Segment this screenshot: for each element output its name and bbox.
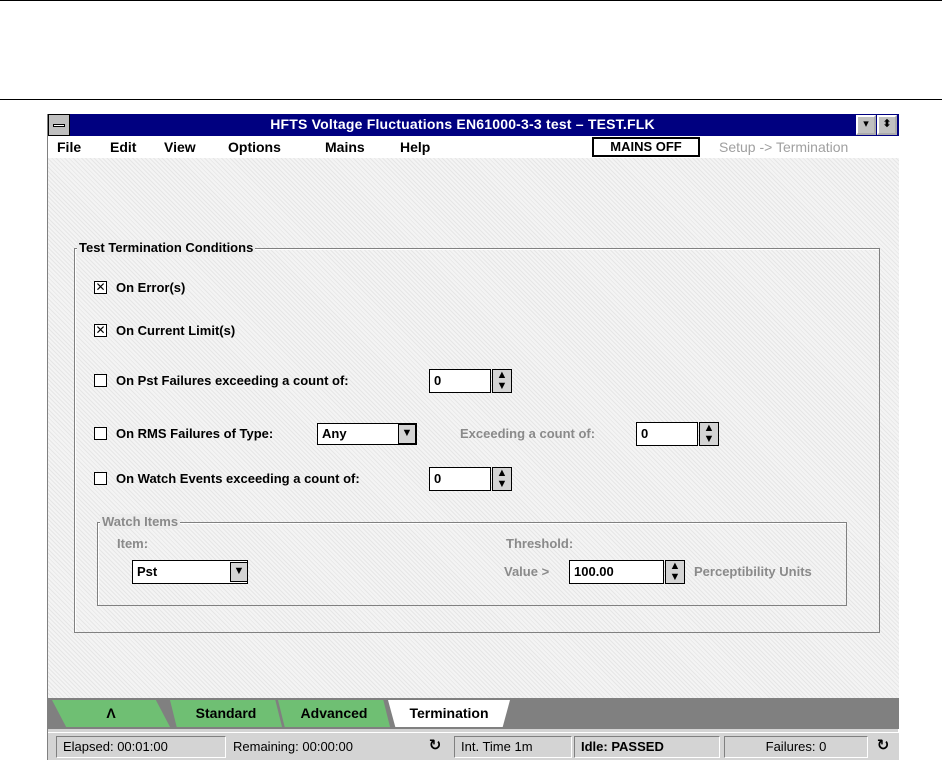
- rms-count-stepper[interactable]: ▲ ▼: [699, 422, 719, 446]
- spin-down-icon: ▼: [496, 478, 508, 490]
- refresh-icon[interactable]: ↻: [874, 737, 892, 755]
- watch-items-group-title: Watch Items: [100, 514, 181, 529]
- failures-status: Failures: 0: [724, 736, 868, 758]
- menu-options-label: Options: [228, 139, 281, 155]
- tab-strip: Λ Standard Advanced Termination: [48, 698, 899, 729]
- units-label: Perceptibility Units: [694, 564, 812, 579]
- value-greater-label: Value >: [504, 564, 550, 579]
- on-watch-row: On Watch Events exceeding a count of:: [94, 470, 429, 488]
- rms-count-input[interactable]: 0: [636, 422, 698, 446]
- menu-mains[interactable]: Mains: [325, 139, 365, 155]
- on-watch-checkbox[interactable]: [94, 472, 107, 485]
- threshold-value-input[interactable]: 100.00: [569, 560, 664, 584]
- tab-standard-label: Standard: [195, 705, 257, 721]
- window-title: HFTS Voltage Fluctuations EN61000-3-3 te…: [270, 116, 655, 132]
- menu-bar: File Edit View Options Mains Help MAINS …: [48, 136, 899, 158]
- on-error-label: On Error(s): [116, 280, 186, 295]
- minimize-icon: ▾: [863, 118, 869, 130]
- chevron-down-icon: ▼: [233, 565, 245, 577]
- threshold-label: Threshold:: [506, 536, 574, 551]
- item-label: Item:: [117, 536, 149, 551]
- menu-edit[interactable]: Edit: [110, 139, 136, 155]
- top-rule: [0, 0, 942, 1]
- on-watch-label: On Watch Events exceeding a count of:: [116, 471, 360, 486]
- mains-status-indicator: MAINS OFF: [592, 137, 700, 157]
- main-content: Test Termination Conditions ✕ On Error(s…: [48, 158, 899, 698]
- menu-view[interactable]: View: [164, 139, 196, 155]
- status-bar: Elapsed: 00:01:00 Remaining: 00:00:00 ↻ …: [48, 732, 899, 760]
- tab-overview[interactable]: Λ: [52, 700, 170, 727]
- exceeding-count-label: Exceeding a count of:: [460, 426, 596, 441]
- on-rms-label: On RMS Failures of Type:: [116, 426, 274, 441]
- spin-down-icon: ▼: [703, 433, 715, 445]
- int-time-status: Int. Time 1m: [454, 736, 572, 758]
- menu-options[interactable]: Options: [228, 139, 281, 155]
- tab-termination[interactable]: Termination: [388, 700, 510, 727]
- system-menu-icon: [53, 124, 65, 127]
- minimize-button[interactable]: ▾: [856, 115, 876, 135]
- threshold-stepper[interactable]: ▲ ▼: [665, 560, 685, 584]
- watch-count-stepper[interactable]: ▲ ▼: [492, 467, 512, 491]
- spin-down-icon: ▼: [496, 380, 508, 392]
- on-error-row: ✕ On Error(s): [94, 279, 294, 297]
- idle-status: Idle: PASSED: [574, 736, 720, 758]
- system-menu-button[interactable]: [48, 114, 70, 136]
- rms-type-dropdown-button[interactable]: ▼: [398, 424, 416, 444]
- pst-count-stepper[interactable]: ▲ ▼: [492, 369, 512, 393]
- title-bar: HFTS Voltage Fluctuations EN61000-3-3 te…: [48, 114, 899, 136]
- tab-advanced[interactable]: Advanced: [278, 700, 390, 727]
- on-current-limit-row: ✕ On Current Limit(s): [94, 322, 314, 340]
- watch-item-dropdown-button[interactable]: ▼: [230, 562, 248, 582]
- tab-overview-label: Λ: [106, 705, 116, 721]
- menu-file-label: File: [57, 139, 82, 155]
- menu-view-label: View: [164, 139, 196, 155]
- spin-down-icon: ▼: [669, 571, 681, 583]
- on-error-checkbox[interactable]: ✕: [94, 281, 107, 294]
- restore-icon: ⬍: [882, 118, 892, 130]
- menu-mains-label: Mains: [325, 139, 365, 155]
- termination-group-title: Test Termination Conditions: [77, 240, 256, 255]
- on-pst-label: On Pst Failures exceeding a count of:: [116, 373, 349, 388]
- second-rule: [0, 99, 942, 100]
- on-rms-checkbox[interactable]: [94, 427, 107, 440]
- elapsed-status: Elapsed: 00:01:00: [56, 736, 226, 758]
- menu-help[interactable]: Help: [400, 139, 430, 155]
- breadcrumb: Setup -> Termination: [719, 139, 849, 155]
- menu-edit-label: Edit: [110, 139, 137, 155]
- remaining-status: Remaining: 00:00:00: [233, 739, 353, 754]
- menu-help-label: Help: [400, 139, 431, 155]
- menu-file[interactable]: File: [57, 139, 81, 155]
- app-window: HFTS Voltage Fluctuations EN61000-3-3 te…: [47, 114, 899, 760]
- on-pst-checkbox[interactable]: [94, 374, 107, 387]
- chevron-down-icon: ▼: [401, 427, 413, 439]
- on-rms-row: On RMS Failures of Type:: [94, 425, 324, 443]
- refresh-icon[interactable]: ↻: [426, 737, 444, 755]
- on-pst-row: On Pst Failures exceeding a count of:: [94, 372, 424, 390]
- pst-count-input[interactable]: 0: [429, 369, 491, 393]
- tab-advanced-label: Advanced: [300, 705, 368, 721]
- on-current-limit-checkbox[interactable]: ✕: [94, 324, 107, 337]
- restore-button[interactable]: ⬍: [877, 115, 897, 135]
- tab-termination-label: Termination: [409, 705, 489, 721]
- watch-count-input[interactable]: 0: [429, 467, 491, 491]
- on-current-limit-label: On Current Limit(s): [116, 323, 236, 338]
- tab-standard[interactable]: Standard: [170, 700, 282, 727]
